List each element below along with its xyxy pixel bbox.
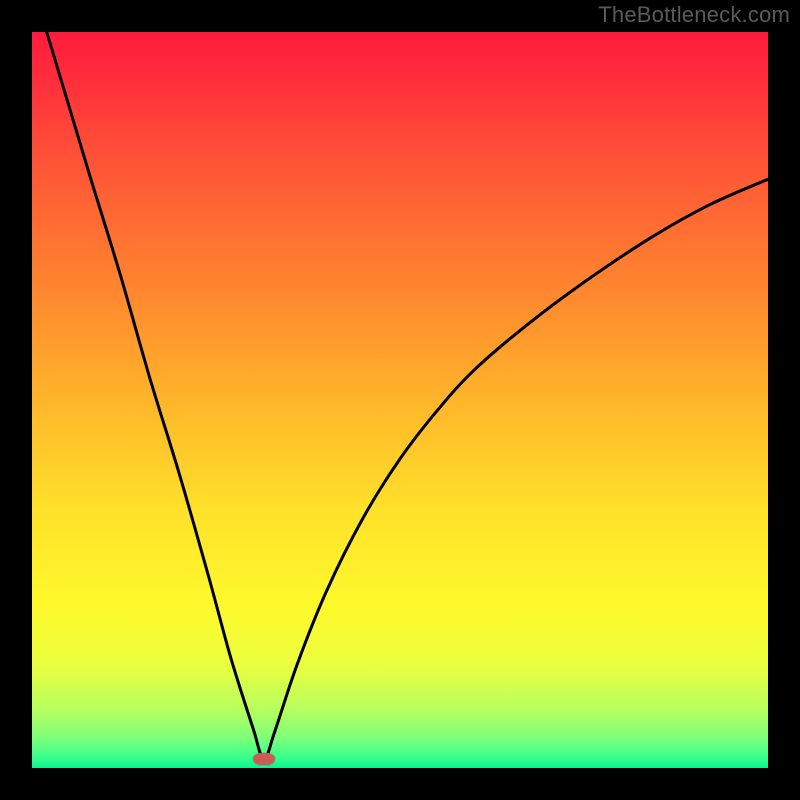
plot-area: [32, 32, 768, 768]
optimal-point-marker: [253, 753, 275, 765]
bottleneck-curve: [32, 32, 768, 768]
watermark-text: TheBottleneck.com: [598, 2, 790, 28]
chart-frame: TheBottleneck.com: [0, 0, 800, 800]
